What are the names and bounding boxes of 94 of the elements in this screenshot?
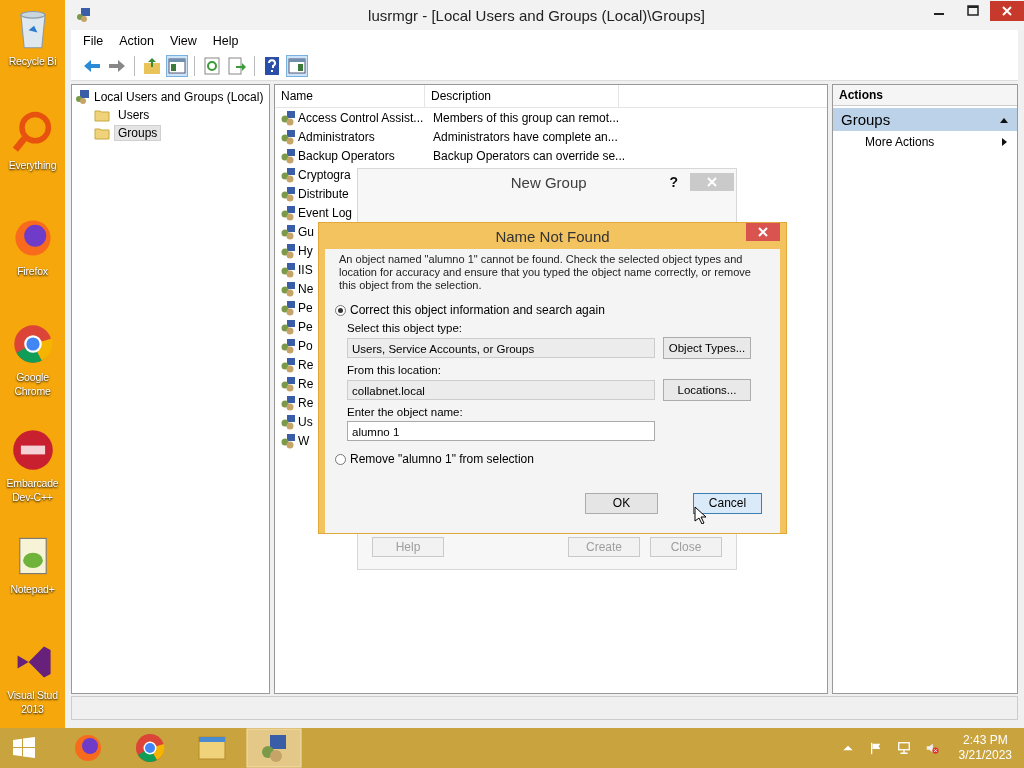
input-field[interactable]: alumno 1 [347,421,655,441]
folder-icon [94,125,110,141]
start-button[interactable] [12,736,36,760]
menu-item[interactable]: Help [204,34,247,48]
dialog-title: Name Not Found [494,227,611,245]
desktop-icon-label: Visual Stud 2013 [7,688,58,716]
group-name[interactable]: Backup Operators [298,148,395,163]
speaker-muted-icon[interactable] [924,741,939,755]
field-label: From this location: [347,364,442,376]
group-name[interactable]: Re [298,395,314,410]
group-name[interactable]: Hy [298,243,313,258]
tree-item[interactable]: Groups [114,125,162,141]
action-pane-icon[interactable] [286,55,308,77]
group-name[interactable]: Pe [298,300,313,315]
group-icon [280,356,296,373]
group-name[interactable]: Ne [298,281,314,296]
input-field[interactable]: Users, Service Accounts, or Groups [347,338,655,358]
option-label[interactable]: Remove "alumno 1" from selection [350,452,534,466]
dialog-title: New Group [509,173,588,191]
dialog-button[interactable]: OK [585,493,658,514]
users-groups-icon[interactable] [246,728,302,768]
folder-icon [94,107,110,123]
group-name[interactable]: Pe [298,319,313,334]
group-icon [280,242,296,259]
group-description: Backup Operators can override se... [433,148,626,163]
desktop-icon-label: Firefox [17,264,48,278]
group-icon [280,109,296,126]
group-icon [280,432,296,449]
desktop-icon-label: Notepad+ [10,582,55,596]
close-button[interactable] [990,0,1024,22]
users-groups-icon [74,89,90,105]
group-icon [280,185,296,202]
group-name[interactable]: Us [298,414,313,429]
refresh-icon[interactable] [201,55,223,77]
field-label: Select this object type: [347,322,464,334]
group-icon [280,147,296,164]
group-icon [280,394,296,411]
console-tree-icon[interactable] [166,55,188,77]
field-label: Enter the object name: [347,406,464,418]
folder-up-icon[interactable] [141,55,163,77]
desktop-icon-label: Everything [8,158,57,172]
group-name[interactable]: Cryptogra [298,167,351,182]
group-name[interactable]: Administrators [298,129,375,144]
radio-button[interactable] [335,453,346,465]
export-list-icon[interactable] [226,55,248,77]
group-name[interactable]: Access Control Assist... [298,110,424,125]
option-label[interactable]: Correct this object information and search again [350,303,605,317]
group-icon [280,413,296,430]
group-icon [280,280,296,297]
column-header[interactable]: Description [425,85,619,107]
menu-item[interactable]: File [75,34,112,48]
tree-item[interactable]: Users [114,107,154,123]
group-icon [280,261,296,278]
help-button[interactable]: ? [669,174,678,190]
flag-icon[interactable] [868,741,883,755]
mouse-cursor-icon [694,506,706,524]
window-title: lusrmgr - [Local Users and Groups (Local)\Groups] [367,6,706,24]
dialog-button[interactable]: Object Types... [663,337,751,359]
group-icon [280,223,296,240]
column-header[interactable]: Name [275,85,425,107]
group-name[interactable]: Po [298,338,313,353]
group-icon [280,375,296,392]
group-icon [280,204,296,221]
group-icon [280,299,296,316]
group-icon [280,318,296,335]
submenu-arrow-icon [999,137,1009,147]
group-icon [280,166,296,183]
group-name[interactable]: Re [298,376,314,391]
radio-button[interactable] [335,304,346,316]
group-name[interactable]: Gu [298,224,314,239]
error-message: An object named "alumno 1" cannot be found. Check the selected object types and location for accuracy and ensure that you typed the object name correctly, or remove this object from the selection. [339,253,752,292]
group-name[interactable]: W [298,433,310,448]
app-icon [75,7,91,23]
input-field[interactable]: collabnet.local [347,380,655,400]
menu-item[interactable]: Action [111,34,162,48]
group-icon [280,128,296,145]
group-name[interactable]: IIS [298,262,313,277]
group-name[interactable]: Event Log [298,205,353,220]
group-name[interactable]: Distribute [298,186,349,201]
desktop-icon-label: Google Chrome [14,370,51,398]
dialog-button[interactable]: Locations... [663,379,751,401]
group-description: Administrators have complete an... [433,129,618,144]
close-button[interactable] [746,223,780,241]
action-link[interactable]: More Actions [865,135,935,149]
actions-section-header[interactable]: Groups [833,108,1017,131]
group-description: Members of this group can remot... [433,110,620,125]
tree-item[interactable]: Local Users and Groups (Local) [94,90,264,104]
actions-header: Actions [833,85,1017,106]
desktop-icon-label: Recycle Bi [8,54,57,68]
network-icon[interactable] [896,741,911,755]
group-name[interactable]: Re [298,357,314,372]
desktop-icon-label: Embarcade Dev-C++ [6,476,59,504]
menu-item[interactable]: View [161,34,205,48]
group-icon [280,337,296,354]
